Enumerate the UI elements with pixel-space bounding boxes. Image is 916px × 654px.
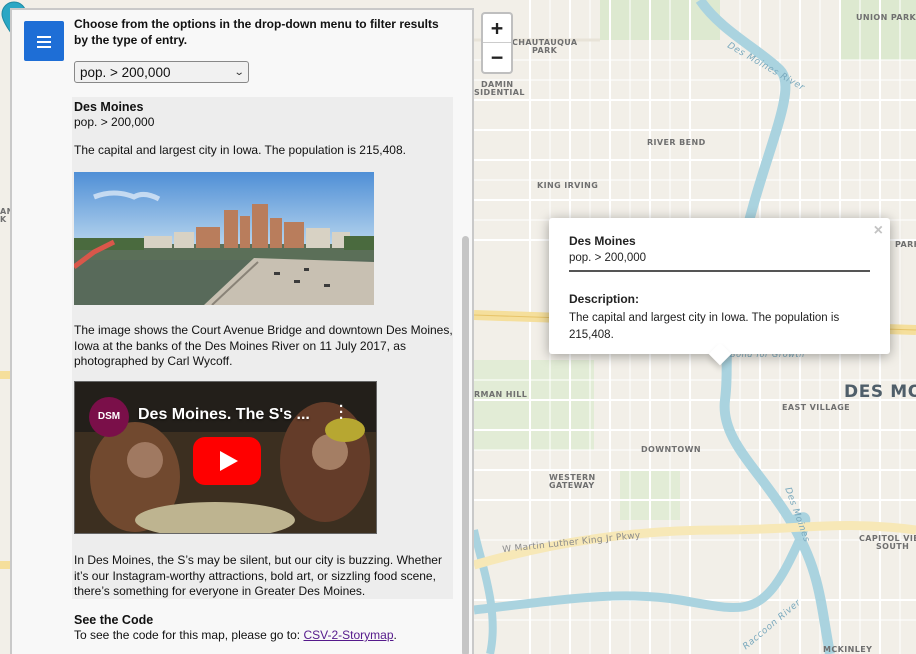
- map-label-sherman-hill: RMAN HILL: [474, 390, 528, 399]
- see-the-code-label: To see the code for this map, please go …: [74, 628, 304, 642]
- zoom-control: + −: [481, 12, 513, 74]
- filter-instructions: Choose from the options in the drop-down…: [74, 17, 439, 47]
- video-title[interactable]: Des Moines. The S's ...: [138, 406, 310, 424]
- popup-subtitle: pop. > 200,000: [569, 252, 870, 272]
- map-label-downtown: DOWNTOWN: [641, 445, 701, 454]
- map-label-east-village: EAST VILLAGE: [782, 403, 851, 412]
- see-the-code-heading: See the Code: [74, 613, 154, 627]
- menu-button[interactable]: [24, 21, 64, 61]
- map-label-park-right: PARK: [895, 240, 916, 249]
- more-options-icon[interactable]: · · ·: [339, 399, 344, 426]
- map-label-gateway: GATEWAY: [549, 481, 595, 490]
- sidebar-scrollbar[interactable]: [462, 236, 469, 654]
- chevron-down-icon: ⌄: [233, 66, 245, 78]
- csv-2-storymap-link[interactable]: CSV-2-Storymap: [303, 628, 393, 642]
- city-skyline-photo: [74, 172, 374, 305]
- entry-subtitle: pop. > 200,000: [74, 115, 155, 129]
- entry-photo: [74, 172, 374, 305]
- zoom-in-button[interactable]: +: [483, 14, 511, 43]
- map-label-river-bend: RIVER BEND: [647, 138, 706, 147]
- map-label-chautauqua-park: PARK: [532, 46, 558, 55]
- sidebar-content: Choose from the options in the drop-down…: [74, 16, 464, 83]
- map-label-south: SOUTH: [876, 542, 910, 551]
- see-the-code-text: To see the code for this map, please go …: [74, 628, 464, 642]
- map-label-des-moines: DES MO: [844, 382, 916, 402]
- map-popup: × Des Moines pop. > 200,000 Description:…: [549, 218, 890, 366]
- zoom-out-button[interactable]: −: [483, 43, 511, 72]
- map-label-king-irving: KING IRVING: [537, 181, 599, 190]
- see-the-code-section: See the Code To see the code for this ma…: [74, 613, 464, 642]
- entry-description: The capital and largest city in Iowa. Th…: [74, 143, 406, 157]
- photo-caption: The image shows the Court Avenue Bridge …: [74, 323, 453, 368]
- story-entry: Des Moines pop. > 200,000 The capital an…: [72, 97, 453, 599]
- popup-close-button[interactable]: ×: [874, 222, 883, 240]
- see-the-code-period: .: [393, 628, 397, 642]
- map-label-left-k: K: [0, 215, 7, 224]
- sidebar[interactable]: Choose from the options in the drop-down…: [10, 8, 474, 654]
- popup-description: The capital and largest city in Iowa. Th…: [569, 312, 840, 341]
- map-label-residential: SIDENTIAL: [474, 88, 525, 97]
- entry-blurb: In Des Moines, the S’s may be silent, bu…: [74, 553, 442, 598]
- play-button[interactable]: [193, 437, 261, 485]
- map-label-union-park: UNION PARK: [856, 13, 916, 22]
- popup-title: Des Moines: [569, 234, 636, 248]
- entry-type-filter-select[interactable]: pop. > 200,000 ⌄: [74, 61, 249, 83]
- dsm-logo-icon: DSM: [89, 397, 129, 437]
- filter-selected-value: pop. > 200,000: [80, 64, 171, 80]
- embedded-video[interactable]: DSM Des Moines. The S's ... · · ·: [74, 381, 377, 534]
- popup-description-heading: Description:: [569, 292, 640, 306]
- entry-title: Des Moines: [74, 100, 144, 114]
- hamburger-icon: [37, 36, 51, 49]
- map-label-mckinley: MCKINLEY: [823, 645, 873, 654]
